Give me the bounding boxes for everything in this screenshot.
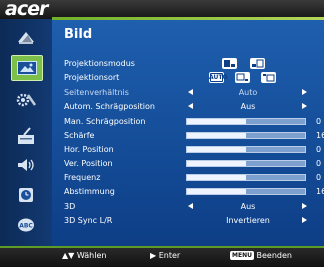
sidebar: ABC: [0, 19, 52, 246]
three-d-value: Aus: [240, 202, 256, 211]
sharpness-label: Schärfe: [64, 131, 95, 140]
menu-key-icon: MENU: [230, 251, 254, 260]
tracking-slider-fill: [187, 189, 246, 194]
picture-settings-panel: Bild Projektionsmodus Projektionsort AUT…: [52, 20, 324, 246]
row-projection-location: Projektionsort AUTO: [64, 72, 324, 83]
tracking-slider[interactable]: [186, 188, 306, 195]
language-icon: ABC: [15, 216, 37, 234]
row-v-position[interactable]: Ver. Position 0: [64, 158, 324, 169]
desktop-location-icon: [236, 73, 248, 81]
auto-keystone-label: Autom. Schrägposition: [64, 102, 155, 111]
row-aspect-ratio[interactable]: Seitenverhältnis Auto: [64, 87, 324, 98]
acer-logo: acer: [5, 0, 48, 20]
frequency-slider[interactable]: [186, 174, 306, 181]
enter-hint-label: Enter: [158, 251, 181, 260]
row-frequency[interactable]: Frequenz 0: [64, 172, 324, 183]
arrow-right-icon[interactable]: [302, 103, 307, 109]
frequency-label: Frequenz: [64, 173, 101, 182]
play-arrow-icon: ▶: [150, 251, 157, 260]
manual-keystone-label: Man. Schrägposition: [64, 117, 146, 126]
arrow-left-icon[interactable]: [188, 89, 193, 95]
three-d-label: 3D: [64, 202, 76, 211]
h-position-label: Hor. Position: [64, 145, 114, 154]
tracking-label: Abstimmung: [64, 187, 115, 196]
arrow-right-icon[interactable]: [302, 203, 307, 209]
select-hint-label: Wählen: [76, 251, 107, 260]
picture-icon: [17, 61, 37, 75]
row-3d[interactable]: 3D Aus: [64, 201, 324, 212]
footer-hint-bar: ▲▼ Wählen ▶ Enter MENU Beenden: [0, 246, 324, 267]
sidebar-item-color[interactable]: [12, 27, 40, 49]
sharpness-slider-fill: [187, 133, 246, 138]
v-position-slider[interactable]: [186, 160, 306, 167]
svg-text:ABC: ABC: [19, 223, 33, 230]
sidebar-item-audio[interactable]: [12, 154, 40, 176]
arrow-left-icon[interactable]: [188, 203, 193, 209]
exit-hint: MENU Beenden: [230, 251, 292, 260]
aspect-ratio-value: Auto: [238, 88, 258, 97]
color-wheel-icon: [15, 29, 37, 47]
row-h-position[interactable]: Hor. Position 0: [64, 144, 324, 155]
h-position-slider-fill: [187, 147, 246, 152]
tracking-value: 16: [316, 187, 324, 196]
row-3d-sync[interactable]: 3D Sync L/R Invertieren: [64, 215, 324, 226]
settings-gear-icon: [15, 91, 37, 109]
v-position-slider-fill: [187, 161, 246, 166]
aspect-ratio-label: Seitenverhältnis: [64, 88, 129, 97]
ceiling-location-icon: [263, 74, 275, 82]
manual-keystone-value: 0: [316, 117, 322, 126]
sharpness-slider[interactable]: [186, 132, 306, 139]
projection-location-auto-button[interactable]: AUTO: [209, 72, 228, 83]
sidebar-item-timer[interactable]: [12, 184, 40, 206]
v-position-label: Ver. Position: [64, 159, 113, 168]
sidebar-item-settings[interactable]: [12, 89, 40, 111]
projection-location-label: Projektionsort: [64, 73, 120, 82]
rear-projection-button[interactable]: [250, 58, 265, 69]
arrow-right-icon[interactable]: [302, 89, 307, 95]
arrow-right-icon[interactable]: [302, 217, 307, 223]
top-bar: acer: [0, 0, 324, 20]
footer-accent-stripe: [0, 246, 324, 248]
enter-hint: ▶ Enter: [150, 251, 180, 260]
arrow-left-icon[interactable]: [188, 103, 193, 109]
sidebar-item-language[interactable]: ABC: [12, 214, 40, 236]
sharpness-value: 16: [316, 131, 324, 140]
audio-icon: [15, 156, 37, 174]
manual-keystone-slider[interactable]: [186, 118, 306, 125]
desktop-location-button[interactable]: [235, 72, 250, 83]
row-manual-keystone[interactable]: Man. Schrägposition 0: [64, 116, 324, 127]
manual-keystone-slider-fill: [187, 119, 246, 124]
three-d-sync-value: Invertieren: [226, 216, 270, 225]
sidebar-item-management[interactable]: [12, 125, 40, 147]
management-icon: [15, 127, 37, 145]
timer-icon: [15, 186, 37, 204]
row-auto-keystone[interactable]: Autom. Schrägposition Aus: [64, 101, 324, 112]
front-projection-icon: [224, 60, 235, 67]
v-position-value: 0: [316, 159, 322, 168]
auto-keystone-value: Aus: [240, 102, 256, 111]
select-hint: ▲▼ Wählen: [62, 251, 106, 260]
frequency-slider-fill: [187, 175, 246, 180]
h-position-value: 0: [316, 145, 322, 154]
row-tracking[interactable]: Abstimmung 16: [64, 186, 324, 197]
row-projection-mode: Projektionsmodus: [64, 58, 324, 69]
h-position-slider[interactable]: [186, 146, 306, 153]
sidebar-item-picture[interactable]: [11, 55, 43, 81]
three-d-sync-label: 3D Sync L/R: [64, 216, 113, 225]
exit-hint-label: Beenden: [256, 251, 292, 260]
row-sharpness[interactable]: Schärfe 16: [64, 130, 324, 141]
frequency-value: 0: [316, 173, 322, 182]
page-title: Bild: [64, 27, 93, 42]
projection-mode-label: Projektionsmodus: [64, 59, 135, 68]
up-down-arrows-icon: ▲▼: [62, 251, 75, 260]
ceiling-location-button[interactable]: [261, 72, 276, 83]
front-projection-button[interactable]: [222, 58, 237, 69]
rear-projection-icon: [252, 59, 264, 68]
